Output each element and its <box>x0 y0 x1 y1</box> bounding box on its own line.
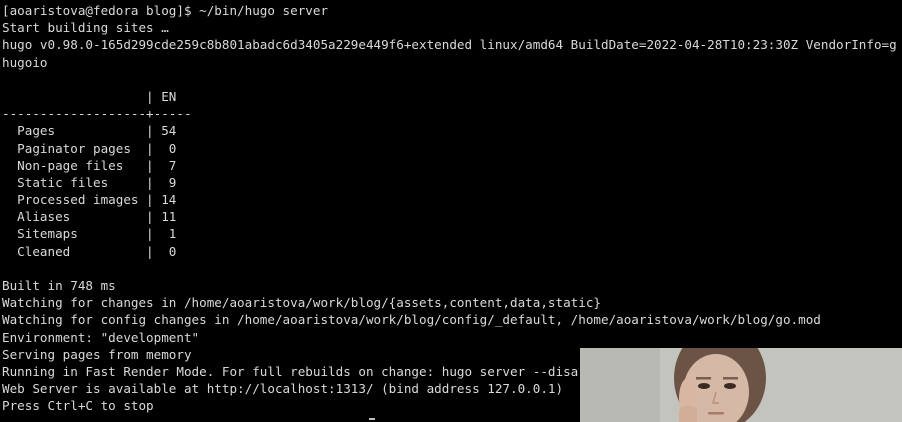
stats-row-paginator-pages: Paginator pages | 0 <box>2 140 177 156</box>
stats-row-cleaned: Cleaned | 0 <box>2 243 177 259</box>
stats-row-pages: Pages | 54 <box>2 123 177 139</box>
stats-table-header: | EN <box>2 88 177 104</box>
watching-line: Watching for changes in /home/aoaristova… <box>2 295 601 311</box>
stats-row-static-files: Static files | 9 <box>2 174 177 190</box>
environment-line: Environment: "development" <box>2 329 200 345</box>
text-cursor <box>369 418 375 420</box>
stats-row-non-page-files: Non-page files | 7 <box>2 157 177 173</box>
terminal-line: Start building sites … <box>2 20 169 36</box>
stats-row-sitemaps: Sitemaps | 1 <box>2 226 177 242</box>
terminal-line: hugoio <box>2 54 48 70</box>
terminal-line-version: hugo v0.98.0-165d299cde259c8b801abadc6d3… <box>2 37 897 53</box>
webcam-person-icon <box>580 348 902 422</box>
terminal-window[interactable]: [aoaristova@fedora blog]$ ~/bin/hugo ser… <box>0 0 902 422</box>
terminal-line-prompt: [aoaristova@fedora blog]$ ~/bin/hugo ser… <box>2 3 329 18</box>
build-time-line: Built in 748 ms <box>2 278 116 293</box>
webcam-overlay <box>580 348 902 422</box>
watching-config-line: Watching for config changes in /home/aoa… <box>2 312 821 328</box>
stats-row-processed-images: Processed images | 14 <box>2 192 177 208</box>
stats-table-divider: -------------------+----- <box>2 106 192 122</box>
stats-row-aliases: Aliases | 11 <box>2 209 177 225</box>
